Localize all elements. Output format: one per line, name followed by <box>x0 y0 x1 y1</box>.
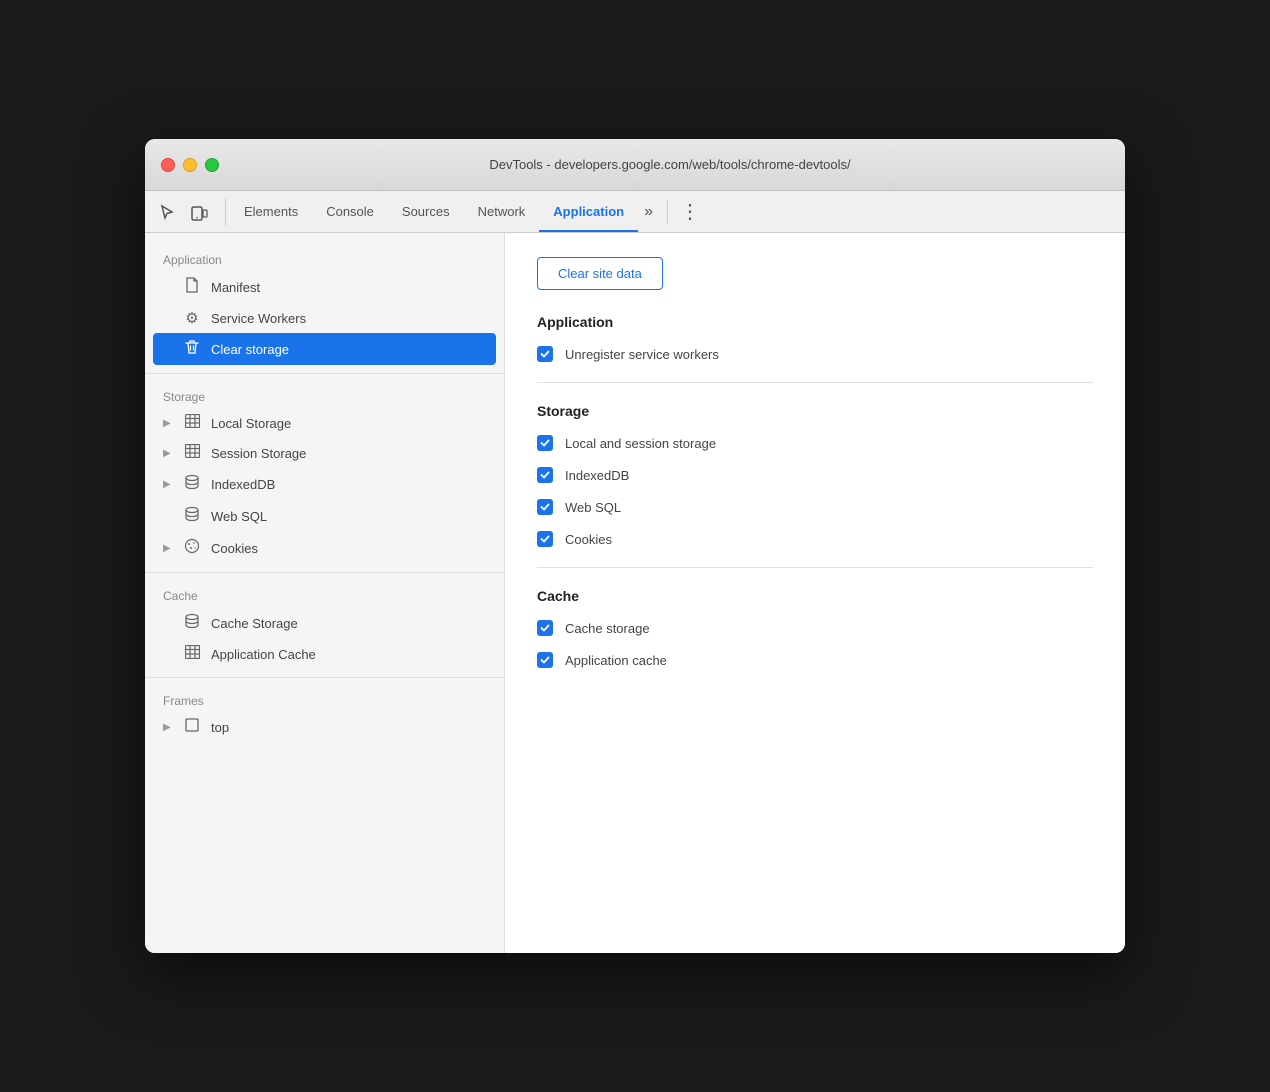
expand-arrow-local: ▶ <box>163 418 173 429</box>
sidebar-label-service-workers: Service Workers <box>211 311 486 326</box>
tab-console[interactable]: Console <box>312 191 388 232</box>
frame-icon <box>183 718 201 736</box>
web-sql-icon <box>183 506 201 526</box>
devtools-window: DevTools - developers.google.com/web/too… <box>145 139 1125 953</box>
traffic-lights <box>161 158 219 172</box>
sidebar-label-web-sql: Web SQL <box>211 509 486 524</box>
manifest-icon <box>183 277 201 297</box>
device-toggle-icon[interactable] <box>185 198 213 226</box>
clear-site-data-button[interactable]: Clear site data <box>537 257 663 290</box>
checkbox-cookies-box[interactable] <box>537 531 553 547</box>
panel-section-cache-title: Cache <box>537 588 1093 604</box>
checkbox-web-sql-label: Web SQL <box>565 500 621 515</box>
panel-divider-1 <box>537 382 1093 383</box>
more-tabs-button[interactable]: » <box>638 203 659 221</box>
sidebar-section-frames-header: Frames <box>145 686 504 712</box>
sidebar-label-indexeddb: IndexedDB <box>211 477 486 492</box>
panel-section-application-title: Application <box>537 314 1093 330</box>
sidebar-item-manifest[interactable]: Manifest <box>145 271 504 303</box>
sidebar-item-indexeddb[interactable]: ▶ IndexedDB <box>145 468 504 500</box>
sidebar-item-clear-storage[interactable]: Clear storage <box>153 333 496 365</box>
toolbar-separator <box>667 200 668 224</box>
checkbox-unregister-sw-label: Unregister service workers <box>565 347 719 362</box>
sidebar-item-cookies[interactable]: ▶ Cookies <box>145 532 504 564</box>
clear-storage-icon <box>183 339 201 359</box>
sidebar-item-application-cache[interactable]: Application Cache <box>145 639 504 669</box>
local-storage-icon <box>183 414 201 432</box>
checkbox-web-sql-box[interactable] <box>537 499 553 515</box>
title-bar: DevTools - developers.google.com/web/too… <box>145 139 1125 191</box>
panel-divider-2 <box>537 567 1093 568</box>
expand-arrow-indexeddb: ▶ <box>163 479 173 490</box>
toolbar-icons <box>153 198 226 226</box>
panel: Clear site data Application Unregister s… <box>505 233 1125 953</box>
sidebar-item-session-storage[interactable]: ▶ Session Storage <box>145 438 504 468</box>
sidebar-label-cookies: Cookies <box>211 541 486 556</box>
checkbox-indexeddb[interactable]: IndexedDB <box>537 467 1093 483</box>
devtools-menu-button[interactable]: ⋮ <box>676 199 704 224</box>
checkbox-local-session-label: Local and session storage <box>565 436 716 451</box>
sidebar-divider-3 <box>145 677 504 678</box>
tab-sources[interactable]: Sources <box>388 191 464 232</box>
checkbox-web-sql[interactable]: Web SQL <box>537 499 1093 515</box>
sidebar-label-cache-storage: Cache Storage <box>211 616 486 631</box>
expand-arrow-session: ▶ <box>163 448 173 459</box>
minimize-button[interactable] <box>183 158 197 172</box>
cookies-icon <box>183 538 201 558</box>
sidebar-item-service-workers[interactable]: ⚙ Service Workers <box>145 303 504 333</box>
checkbox-indexeddb-label: IndexedDB <box>565 468 629 483</box>
sidebar-label-local-storage: Local Storage <box>211 416 486 431</box>
sidebar-label-manifest: Manifest <box>211 280 486 295</box>
toolbar: Elements Console Sources Network Applica… <box>145 191 1125 233</box>
sidebar-divider-2 <box>145 572 504 573</box>
sidebar-item-web-sql[interactable]: Web SQL <box>145 500 504 532</box>
checkbox-indexeddb-box[interactable] <box>537 467 553 483</box>
sidebar-label-session-storage: Session Storage <box>211 446 486 461</box>
application-cache-icon <box>183 645 201 663</box>
checkbox-local-session-box[interactable] <box>537 435 553 451</box>
tab-application[interactable]: Application <box>539 191 638 232</box>
sidebar-section-cache-header: Cache <box>145 581 504 607</box>
checkbox-local-session-storage[interactable]: Local and session storage <box>537 435 1093 451</box>
sidebar-item-local-storage[interactable]: ▶ Local Storage <box>145 408 504 438</box>
checkbox-cache-storage[interactable]: Cache storage <box>537 620 1093 636</box>
checkbox-cookies-label: Cookies <box>565 532 612 547</box>
indexeddb-icon <box>183 474 201 494</box>
tabs: Elements Console Sources Network Applica… <box>230 191 638 232</box>
sidebar-label-application-cache: Application Cache <box>211 647 486 662</box>
window-title: DevTools - developers.google.com/web/too… <box>231 157 1109 172</box>
checkbox-application-cache-label: Application cache <box>565 653 667 668</box>
main-content: Application Manifest ⚙ Service Workers <box>145 233 1125 953</box>
checkbox-unregister-sw-box[interactable] <box>537 346 553 362</box>
service-workers-icon: ⚙ <box>183 309 201 327</box>
cache-storage-icon <box>183 613 201 633</box>
checkbox-cookies[interactable]: Cookies <box>537 531 1093 547</box>
panel-section-storage-title: Storage <box>537 403 1093 419</box>
checkbox-cache-storage-label: Cache storage <box>565 621 650 636</box>
checkbox-cache-storage-box[interactable] <box>537 620 553 636</box>
sidebar-item-top[interactable]: ▶ top <box>145 712 504 742</box>
expand-arrow-cookies: ▶ <box>163 543 173 554</box>
sidebar-divider-1 <box>145 373 504 374</box>
sidebar-section-application-header: Application <box>145 245 504 271</box>
maximize-button[interactable] <box>205 158 219 172</box>
expand-arrow-top: ▶ <box>163 722 173 733</box>
sidebar: Application Manifest ⚙ Service Workers <box>145 233 505 953</box>
sidebar-section-storage-header: Storage <box>145 382 504 408</box>
sidebar-label-top: top <box>211 720 486 735</box>
session-storage-icon <box>183 444 201 462</box>
tab-network[interactable]: Network <box>464 191 540 232</box>
tab-elements[interactable]: Elements <box>230 191 312 232</box>
checkbox-application-cache[interactable]: Application cache <box>537 652 1093 668</box>
sidebar-label-clear-storage: Clear storage <box>211 342 486 357</box>
cursor-icon[interactable] <box>153 198 181 226</box>
checkbox-unregister-sw[interactable]: Unregister service workers <box>537 346 1093 362</box>
sidebar-item-cache-storage[interactable]: Cache Storage <box>145 607 504 639</box>
checkbox-application-cache-box[interactable] <box>537 652 553 668</box>
close-button[interactable] <box>161 158 175 172</box>
